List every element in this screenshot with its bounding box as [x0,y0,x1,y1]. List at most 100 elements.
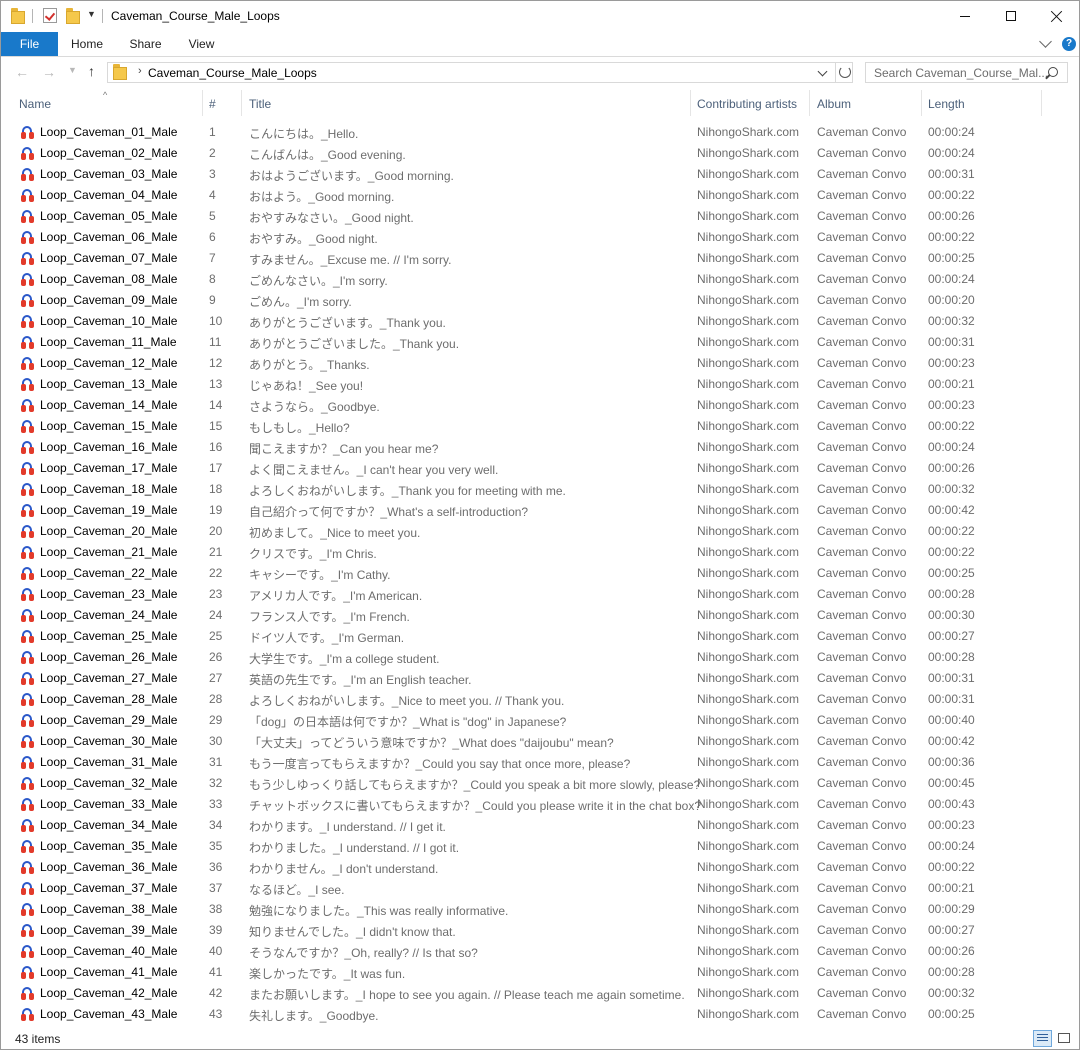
file-row[interactable]: Loop_Caveman_35_Male 35 わかりました。_I understa… [1,836,1079,857]
file-name[interactable]: Loop_Caveman_23_Male [40,587,177,601]
file-name[interactable]: Loop_Caveman_05_Male [40,209,177,223]
file-row[interactable]: Loop_Caveman_20_Male 20 初めまして。_Nice to mee… [1,521,1079,542]
file-row[interactable]: Loop_Caveman_18_Male 18 よろしくおねがいします。_Thank… [1,479,1079,500]
file-name[interactable]: Loop_Caveman_29_Male [40,713,177,727]
address-history-chevron-icon[interactable] [817,66,828,77]
back-arrow-icon[interactable]: ← [15,64,29,80]
file-name[interactable]: Loop_Caveman_01_Male [40,125,177,139]
column-divider[interactable] [921,90,922,116]
file-name[interactable]: Loop_Caveman_39_Male [40,923,177,937]
column-header-album[interactable]: Album [817,97,851,111]
column-header-number[interactable]: # [209,97,216,111]
close-button[interactable] [1033,1,1079,32]
file-row[interactable]: Loop_Caveman_36_Male 36 わかりません。_I don't un… [1,857,1079,878]
file-name[interactable]: Loop_Caveman_41_Male [40,965,177,979]
file-row[interactable]: Loop_Caveman_30_Male 30 「大丈夫」ってどういう意味ですか？_… [1,731,1079,752]
file-row[interactable]: Loop_Caveman_27_Male 27 英語の先生です。_I'm an En… [1,668,1079,689]
file-name[interactable]: Loop_Caveman_34_Male [40,818,177,832]
breadcrumb-folder[interactable]: Caveman_Course_Male_Loops [148,66,317,80]
file-name[interactable]: Loop_Caveman_19_Male [40,503,177,517]
file-name[interactable]: Loop_Caveman_28_Male [40,692,177,706]
column-header-name[interactable]: Name [19,97,51,111]
file-row[interactable]: Loop_Caveman_14_Male 14 さようなら。_Goodbye. Nih… [1,395,1079,416]
column-divider[interactable] [241,90,242,116]
file-row[interactable]: Loop_Caveman_06_Male 6 おやすみ。_Good night. Ni… [1,227,1079,248]
file-name[interactable]: Loop_Caveman_13_Male [40,377,177,391]
file-row[interactable]: Loop_Caveman_26_Male 26 大学生です。_I'm a colle… [1,647,1079,668]
file-row[interactable]: Loop_Caveman_03_Male 3 おはようございます。_Good mor… [1,164,1079,185]
up-arrow-icon[interactable]: ↑ [88,63,95,79]
file-name[interactable]: Loop_Caveman_06_Male [40,230,177,244]
file-row[interactable]: Loop_Caveman_13_Male 13 じゃあね！_See you! Niho… [1,374,1079,395]
search-input[interactable]: Search Caveman_Course_Mal... [865,62,1068,83]
tab-view[interactable]: View [175,32,228,56]
file-row[interactable]: Loop_Caveman_25_Male 25 ドイツ人です。_I'm German… [1,626,1079,647]
recent-locations-chevron-icon[interactable]: ▼ [68,65,77,75]
file-name[interactable]: Loop_Caveman_09_Male [40,293,177,307]
file-name[interactable]: Loop_Caveman_11_Male [40,335,177,349]
file-row[interactable]: Loop_Caveman_12_Male 12 ありがとう。_Thanks. Niho… [1,353,1079,374]
help-icon[interactable]: ? [1062,37,1076,51]
minimize-button[interactable] [942,1,988,32]
file-row[interactable]: Loop_Caveman_32_Male 32 もう少しゆっくり話してもらえますか？… [1,773,1079,794]
file-row[interactable]: Loop_Caveman_29_Male 29 「dog」の日本語は何ですか？_Wh… [1,710,1079,731]
file-name[interactable]: Loop_Caveman_12_Male [40,356,177,370]
file-name[interactable]: Loop_Caveman_42_Male [40,986,177,1000]
file-row[interactable]: Loop_Caveman_04_Male 4 おはよう。_Good morning.… [1,185,1079,206]
tab-file[interactable]: File [1,32,58,56]
forward-arrow-icon[interactable]: → [42,64,56,80]
file-name[interactable]: Loop_Caveman_20_Male [40,524,177,538]
file-name[interactable]: Loop_Caveman_25_Male [40,629,177,643]
customize-toolbar-chevron-icon[interactable]: ▼ [87,9,96,19]
file-name[interactable]: Loop_Caveman_02_Male [40,146,177,160]
file-row[interactable]: Loop_Caveman_37_Male 37 なるほど。_I see. Nihong… [1,878,1079,899]
file-name[interactable]: Loop_Caveman_15_Male [40,419,177,433]
file-row[interactable]: Loop_Caveman_22_Male 22 キャシーです。_I'm Cathy.… [1,563,1079,584]
file-row[interactable]: Loop_Caveman_34_Male 34 わかります。_I understan… [1,815,1079,836]
file-row[interactable]: Loop_Caveman_21_Male 21 クリスです。_I'm Chris. N… [1,542,1079,563]
file-name[interactable]: Loop_Caveman_31_Male [40,755,177,769]
file-row[interactable]: Loop_Caveman_40_Male 40 そうなんですか？_Oh, reall… [1,941,1079,962]
file-row[interactable]: Loop_Caveman_24_Male 24 フランス人です。_I'm Frenc… [1,605,1079,626]
column-header-title[interactable]: Title [249,97,271,111]
file-row[interactable]: Loop_Caveman_38_Male 38 勉強になりました。_This was… [1,899,1079,920]
file-name[interactable]: Loop_Caveman_08_Male [40,272,177,286]
file-name[interactable]: Loop_Caveman_37_Male [40,881,177,895]
file-row[interactable]: Loop_Caveman_15_Male 15 もしもし。_Hello? Nihong… [1,416,1079,437]
file-row[interactable]: Loop_Caveman_11_Male 11 ありがとうございました。_Thank… [1,332,1079,353]
column-header-length[interactable]: Length [928,97,965,111]
file-row[interactable]: Loop_Caveman_33_Male 33 チャットボックスに書いてもらえますか… [1,794,1079,815]
file-name[interactable]: Loop_Caveman_43_Male [40,1007,177,1021]
file-name[interactable]: Loop_Caveman_27_Male [40,671,177,685]
file-name[interactable]: Loop_Caveman_30_Male [40,734,177,748]
file-row[interactable]: Loop_Caveman_19_Male 19 自己紹介って何ですか？_What's… [1,500,1079,521]
file-name[interactable]: Loop_Caveman_17_Male [40,461,177,475]
file-row[interactable]: Loop_Caveman_43_Male 43 失礼します。_Goodbye. Nih… [1,1004,1079,1025]
file-row[interactable]: Loop_Caveman_42_Male 42 またお願いします。_I hope t… [1,983,1079,1004]
breadcrumb-chevron-icon[interactable]: › [138,65,142,77]
file-name[interactable]: Loop_Caveman_35_Male [40,839,177,853]
file-row[interactable]: Loop_Caveman_17_Male 17 よく聞こえません。_I can't … [1,458,1079,479]
file-row[interactable]: Loop_Caveman_16_Male 16 聞こえますか？_Can you he… [1,437,1079,458]
properties-icon[interactable] [43,8,57,23]
file-name[interactable]: Loop_Caveman_10_Male [40,314,177,328]
file-row[interactable]: Loop_Caveman_05_Male 5 おやすみなさい。_Good night… [1,206,1079,227]
file-row[interactable]: Loop_Caveman_02_Male 2 こんばんは。_Good evening… [1,143,1079,164]
file-row[interactable]: Loop_Caveman_09_Male 9 ごめん。_I'm sorry. Niho… [1,290,1079,311]
column-header-artists[interactable]: Contributing artists [697,97,797,111]
file-row[interactable]: Loop_Caveman_28_Male 28 よろしくおねがいします。_Nice … [1,689,1079,710]
file-row[interactable]: Loop_Caveman_10_Male 10 ありがとうございます。_Thank … [1,311,1079,332]
column-divider[interactable] [202,90,203,116]
file-row[interactable]: Loop_Caveman_07_Male 7 すみません。_Excuse me. /… [1,248,1079,269]
file-row[interactable]: Loop_Caveman_23_Male 23 アメリカ人です。_I'm Ameri… [1,584,1079,605]
expand-ribbon-chevron-icon[interactable] [1039,35,1052,48]
file-name[interactable]: Loop_Caveman_14_Male [40,398,177,412]
address-bar[interactable]: › Caveman_Course_Male_Loops [107,62,853,83]
details-view-icon[interactable] [1033,1030,1052,1047]
maximize-button[interactable] [988,1,1034,32]
refresh-icon[interactable] [839,66,851,78]
file-name[interactable]: Loop_Caveman_03_Male [40,167,177,181]
file-name[interactable]: Loop_Caveman_38_Male [40,902,177,916]
column-divider[interactable] [690,90,691,116]
file-name[interactable]: Loop_Caveman_26_Male [40,650,177,664]
